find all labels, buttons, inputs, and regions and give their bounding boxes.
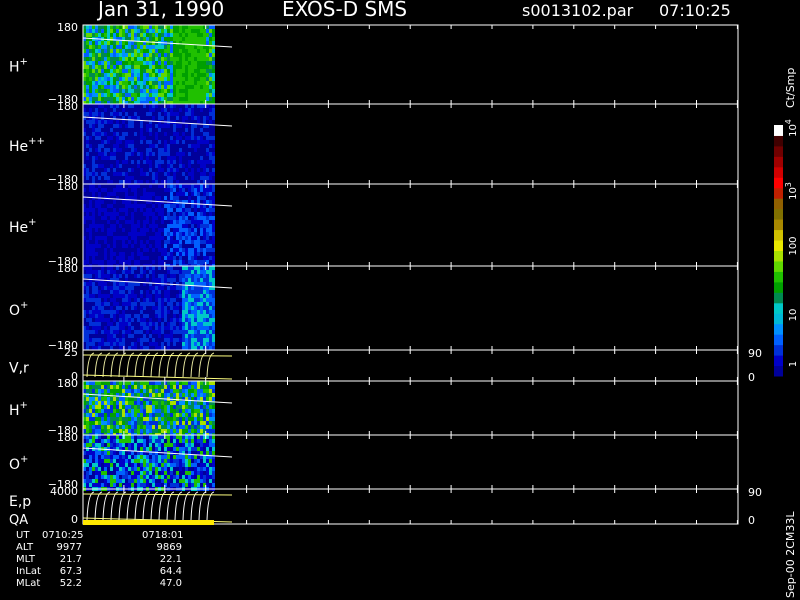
end-value: 47.0	[159, 578, 182, 589]
end-value: 22.1	[159, 554, 182, 565]
end-value: 9869	[156, 542, 182, 553]
colorbar-segment	[774, 271, 783, 283]
table-row: MLT 21.7 22.1	[6, 554, 206, 566]
colorbar-tick: 104	[784, 119, 799, 137]
panels: H+180−180He++180−180He+180−180O+180−180V…	[9, 21, 762, 527]
panel-label: H+	[9, 400, 28, 419]
panel-label: V,r	[9, 361, 29, 377]
right-max-label: 90	[748, 486, 762, 499]
colorbar-segment	[774, 302, 783, 314]
colorbar-segment	[774, 208, 783, 220]
colorbar-tick: 103	[784, 182, 799, 200]
colorbar-segment	[774, 365, 783, 377]
colorbar-unit: Ct/Smp	[784, 68, 797, 108]
spectrogram-cells	[83, 25, 215, 105]
vector-traces	[86, 491, 215, 521]
row-label: UT	[16, 530, 30, 541]
y-max-label: 180	[57, 100, 78, 113]
header-instrument: EXOS-D SMS	[282, 0, 407, 21]
panel-label: O+	[9, 454, 28, 473]
y-max-label: 180	[57, 431, 78, 444]
start-value: 21.7	[59, 554, 82, 565]
start-value: 9977	[56, 542, 82, 553]
panel-2: He++180−180	[9, 100, 739, 186]
table-row: ALT 9977 9869	[6, 542, 206, 554]
y-max-label: 25	[64, 346, 78, 359]
header-date: Jan 31, 1990	[96, 0, 224, 21]
row-label: MLT	[16, 554, 35, 565]
right-min-label: 0	[748, 514, 755, 527]
colorbar-tick: 1	[788, 361, 799, 367]
spectrogram-cells	[83, 184, 215, 268]
colorbar-segment	[774, 219, 783, 231]
colorbar-segment	[774, 240, 783, 251]
end-value: 0718:01	[142, 530, 184, 541]
header-time: 07:10:25	[659, 1, 731, 20]
colorbar-segment	[774, 198, 783, 210]
right-max-label: 90	[748, 347, 762, 360]
spectrogram-cells	[83, 266, 215, 350]
panel-label: E,p	[9, 494, 31, 510]
footer-note: Sep-00 2CM33L	[784, 511, 797, 598]
start-value: 52.2	[59, 578, 82, 589]
colorbar-segment	[774, 145, 783, 157]
y-max-label: 180	[57, 377, 78, 390]
colorbar-segment	[774, 156, 783, 168]
row-label: MLat	[16, 578, 41, 589]
colorbar-segment	[774, 250, 783, 262]
header-file: s0013102.par	[522, 1, 634, 20]
qa-bar	[83, 520, 214, 525]
panel-label: H+	[9, 57, 28, 76]
panel-label: O+	[9, 300, 28, 319]
row-label: InLat	[16, 566, 41, 577]
start-value: 67.3	[59, 566, 82, 577]
colorbar-segment	[774, 177, 783, 189]
colorbar-segment	[774, 135, 783, 147]
colorbar-tick: 10	[788, 309, 799, 322]
colorbar: 1 10 100 103 104	[774, 119, 799, 377]
right-min-label: 0	[748, 371, 755, 384]
colorbar-segment	[774, 229, 783, 241]
panel-3: He+180−180	[9, 180, 739, 268]
panel-5: V,r250900	[9, 346, 762, 384]
sms-plot: Jan 31, 1990 EXOS-D SMS s0013102.par 07:…	[9, 0, 799, 598]
y-max-label: 180	[57, 21, 78, 34]
row-label: ALT	[16, 542, 34, 553]
colorbar-tick: 100	[788, 236, 799, 255]
orbit-table: UT 0710:25 0718:01 ALT 9977 9869 MLT 21.7 22.1 In…	[6, 530, 206, 600]
end-value: 64.4	[159, 566, 182, 577]
table-row: UT 0710:25 0718:01	[6, 530, 206, 542]
y-max-label: 180	[57, 180, 78, 193]
y-max-label: 4000	[50, 485, 78, 498]
colorbar-segment	[774, 281, 783, 293]
start-value: 0710:25	[42, 530, 84, 541]
panel-7: O+180−180	[9, 431, 739, 491]
spectrogram-cells	[83, 435, 215, 491]
y-max-label: 180	[57, 262, 78, 275]
panel-label: He+	[9, 217, 37, 236]
colorbar-segment	[774, 125, 783, 136]
panel-frame	[82, 349, 739, 382]
vector-traces	[86, 352, 215, 378]
colorbar-segment	[774, 260, 783, 272]
colorbar-segment	[774, 323, 783, 335]
qa-label: QA	[9, 513, 28, 528]
spectrogram-cells	[83, 381, 215, 437]
colorbar-segment	[774, 187, 783, 199]
colorbar-segment	[774, 313, 783, 325]
panel-6: H+180−180	[9, 377, 739, 437]
colorbar-segment	[774, 334, 783, 346]
y-min-label: 0	[71, 513, 78, 526]
table-row: InLat 67.3 64.4	[6, 566, 206, 578]
colorbar-segment	[774, 355, 783, 367]
colorbar-segment	[774, 344, 783, 356]
table-row: MLat 52.2 47.0	[6, 578, 206, 590]
colorbar-segment	[774, 166, 783, 178]
spectrogram-cells	[83, 104, 215, 184]
panel-label: He++	[9, 136, 45, 155]
panel-4: O+180−180	[9, 262, 739, 352]
panel-1: H+180−180	[9, 21, 739, 106]
colorbar-segment	[774, 292, 783, 304]
